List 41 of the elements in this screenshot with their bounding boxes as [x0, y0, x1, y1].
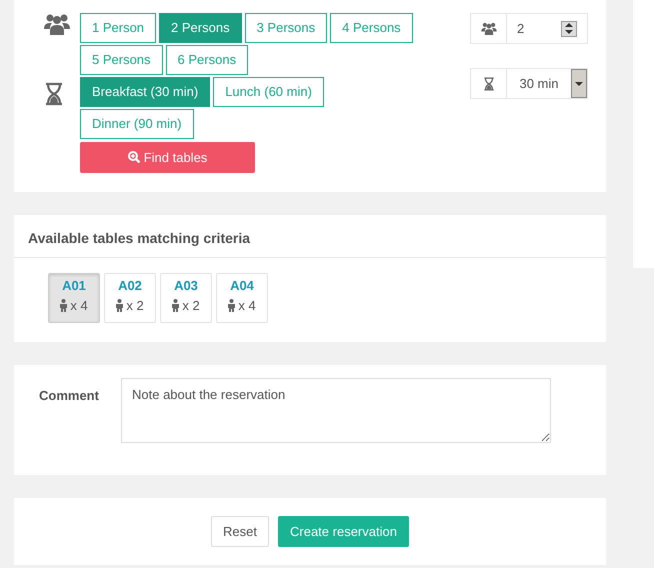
comment-field[interactable]: Note about the reservation — [121, 378, 551, 443]
reset-button[interactable]: Reset — [211, 516, 269, 547]
option-button[interactable]: Dinner (90 min) — [80, 109, 194, 139]
option-button[interactable]: 2 Persons — [159, 13, 242, 43]
seat-count: x 4 — [70, 296, 88, 314]
option-button[interactable]: Lunch (60 min) — [213, 77, 324, 107]
person-icon — [60, 298, 68, 312]
hourglass-icon — [482, 76, 494, 90]
option-button[interactable]: 3 Persons — [244, 13, 328, 43]
seat-count: x 4 — [238, 296, 256, 314]
seat-count: x 2 — [182, 296, 200, 314]
duration-select[interactable]: 30 min — [470, 68, 588, 99]
group-icon — [44, 13, 70, 35]
seat-count: x 2 — [126, 296, 144, 314]
table-name: A04 — [230, 277, 254, 295]
option-button[interactable]: Breakfast (30 min) — [80, 77, 210, 107]
find-tables-button[interactable]: Find tables — [80, 142, 255, 173]
table-option[interactable]: A02 x 2 — [104, 273, 156, 323]
table-option[interactable]: A01 x 4 — [48, 273, 100, 323]
table-name: A01 — [62, 277, 86, 295]
zoom-in-icon — [128, 150, 140, 163]
spin-arrows-icon[interactable] — [561, 20, 577, 36]
comment-label: Comment — [39, 387, 100, 405]
person-icon — [116, 298, 124, 312]
table-name: A03 — [174, 277, 198, 295]
group-icon — [480, 22, 496, 35]
option-button[interactable]: 6 Persons — [166, 45, 248, 75]
person-icon — [228, 298, 236, 312]
create-reservation-button[interactable]: Create reservation — [278, 516, 409, 547]
panel-title: Available tables matching criteria — [14, 215, 606, 258]
spinner-value: 2 — [516, 20, 526, 38]
option-button[interactable]: 4 Persons — [330, 13, 413, 43]
persons-spinner[interactable]: 2 — [470, 13, 588, 44]
option-button[interactable]: 5 Persons — [80, 45, 163, 75]
table-option[interactable]: A03 x 2 — [160, 273, 212, 323]
option-button[interactable]: 1 Person — [80, 13, 156, 43]
hourglass-icon — [44, 82, 64, 106]
table-name: A02 — [118, 277, 142, 295]
person-icon — [172, 298, 180, 312]
table-option[interactable]: A04 x 4 — [216, 273, 268, 323]
select-value: 30 min — [518, 74, 560, 93]
